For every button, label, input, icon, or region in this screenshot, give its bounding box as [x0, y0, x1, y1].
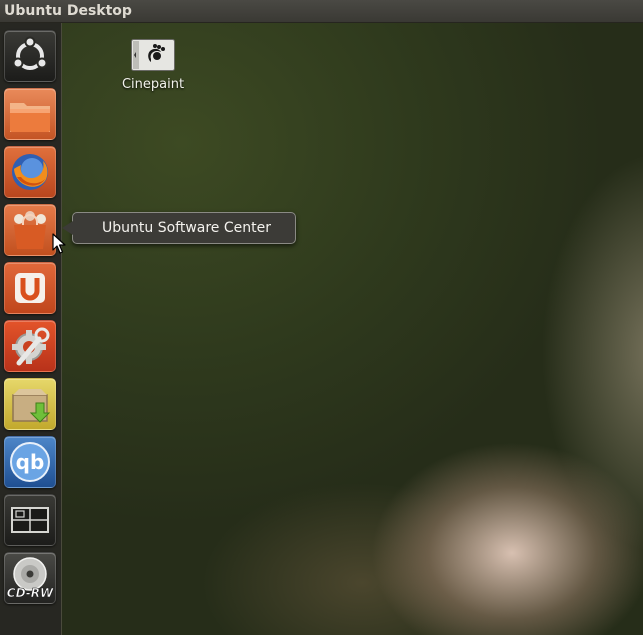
launcher-item-workspace-switcher[interactable] — [4, 494, 56, 546]
launcher: qb CD-RW — [0, 23, 62, 635]
qbittorrent-icon: qb — [10, 442, 50, 482]
launcher-tooltip: Ubuntu Software Center — [62, 212, 296, 244]
top-panel: Ubuntu Desktop — [0, 0, 643, 23]
launcher-item-home-folder[interactable] — [4, 88, 56, 140]
window-title: Ubuntu Desktop — [4, 3, 132, 19]
package-install-icon — [12, 389, 51, 423]
ubuntu-logo-icon — [12, 36, 48, 70]
launcher-item-ubuntu-one[interactable] — [4, 262, 56, 314]
launcher-item-archive-manager[interactable] — [4, 378, 56, 430]
launcher-item-firefox[interactable] — [4, 146, 56, 198]
optical-disc-icon: CD-RW — [6, 557, 54, 600]
settings-wrench-icon — [12, 327, 50, 366]
ubuntu-one-icon — [15, 273, 45, 303]
launcher-item-qbittorrent[interactable]: qb — [4, 436, 56, 488]
launcher-item-dash-home[interactable] — [4, 30, 56, 82]
shopping-bag-icon — [14, 211, 46, 249]
launcher-item-system-settings[interactable] — [4, 320, 56, 372]
folder-icon — [10, 103, 50, 132]
desktop-icon-label: Cinepaint — [121, 77, 185, 92]
mouse-pointer-icon — [52, 233, 66, 254]
launcher-item-cd-rw-drive[interactable]: CD-RW — [4, 552, 56, 604]
cinepaint-icon — [131, 39, 175, 71]
tooltip-text: Ubuntu Software Center — [102, 220, 271, 236]
desktop-icon-cinepaint[interactable]: Cinepaint — [118, 39, 188, 92]
svg-text:qb: qb — [16, 450, 45, 474]
disc-label: CD-RW — [7, 586, 54, 600]
firefox-icon — [12, 154, 48, 190]
desktop-area: Cinepaint — [62, 23, 643, 635]
workspace-switcher-icon — [11, 507, 49, 533]
launcher-item-ubuntu-software-center[interactable] — [4, 204, 56, 256]
